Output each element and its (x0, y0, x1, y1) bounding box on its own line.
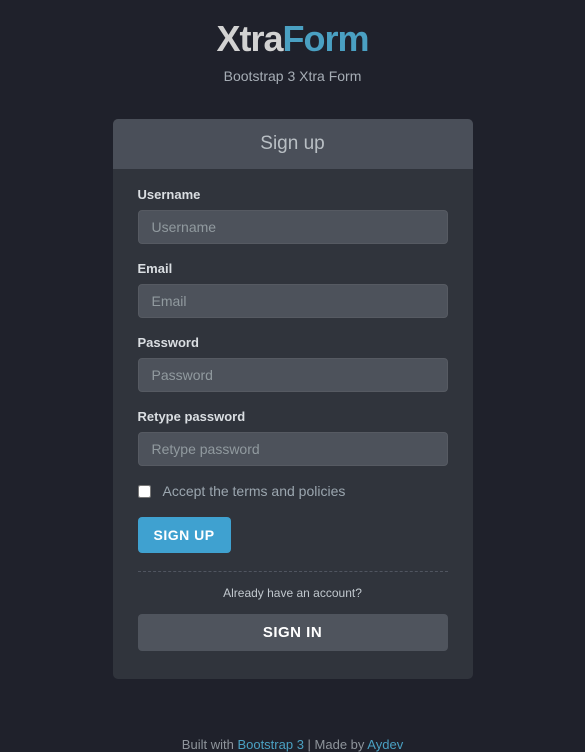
terms-checkbox[interactable] (138, 485, 151, 498)
signup-button[interactable]: SIGN UP (138, 517, 231, 553)
logo-part2: Form (283, 18, 369, 59)
footer-separator: | Made by (304, 737, 367, 752)
password-group: Password (138, 335, 448, 392)
retype-label: Retype password (138, 409, 448, 424)
email-label: Email (138, 261, 448, 276)
username-group: Username (138, 187, 448, 244)
footer: Built with Bootstrap 3 | Made by Aydev (113, 737, 473, 752)
retype-group: Retype password (138, 409, 448, 466)
email-group: Email (138, 261, 448, 318)
retype-input[interactable] (138, 432, 448, 466)
logo-part1: Xtra (216, 18, 282, 59)
password-input[interactable] (138, 358, 448, 392)
panel-title: Sign up (113, 119, 473, 169)
aydev-link[interactable]: Aydev (367, 737, 403, 752)
username-label: Username (138, 187, 448, 202)
already-account-text: Already have an account? (138, 586, 448, 600)
divider (138, 571, 448, 572)
terms-label: Accept the terms and policies (163, 483, 346, 499)
signin-button[interactable]: SIGN IN (138, 614, 448, 651)
password-label: Password (138, 335, 448, 350)
tagline: Bootstrap 3 Xtra Form (113, 68, 473, 84)
logo: XtraForm (113, 18, 473, 60)
bootstrap-link[interactable]: Bootstrap 3 (237, 737, 304, 752)
footer-prefix: Built with (182, 737, 238, 752)
username-input[interactable] (138, 210, 448, 244)
signup-panel: Sign up Username Email Password Retype p… (113, 119, 473, 679)
email-input[interactable] (138, 284, 448, 318)
terms-group: Accept the terms and policies (138, 483, 448, 499)
